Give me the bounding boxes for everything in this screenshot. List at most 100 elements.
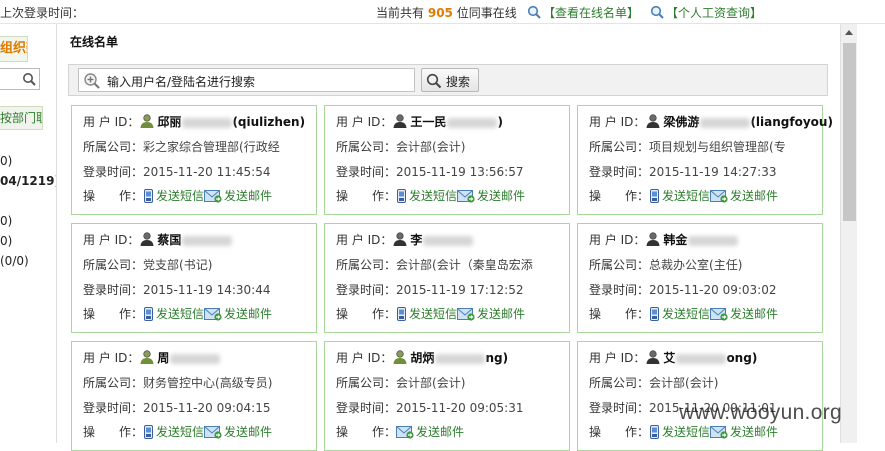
company-row: 所属公司：会计部(会计（秦皇岛宏添 <box>336 256 533 273</box>
company-value: 彩之家综合管理部(行政经 <box>143 140 280 154</box>
salary-query-link[interactable]: 【个人工资查询】 <box>650 4 762 21</box>
send-email-link[interactable]: 发送邮件 <box>204 307 272 321</box>
user-card: 用 户 ID： 周所属公司：财务管控中心(高级专员) 登录时间：2015-11-20… <box>71 341 317 451</box>
user-name[interactable]: 韩金 <box>663 233 739 247</box>
login-time-label: 登录时间： <box>589 283 650 297</box>
user-name[interactable]: 邱丽 (qiulizhen) <box>157 115 305 129</box>
search-placeholder: 输入用户名/登陆名进行搜索 <box>107 75 256 89</box>
company-row: 所属公司：总裁办公室(主任) <box>589 256 742 273</box>
search-icon[interactable] <box>22 72 36 86</box>
redacted-blur <box>700 117 751 128</box>
login-time-row: 登录时间：2015-11-19 14:30:44 <box>83 281 270 298</box>
company-label: 所属公司： <box>336 258 397 272</box>
company-row: 所属公司：会计部(会计) <box>336 374 465 391</box>
online-prefix: 当前共有 <box>376 6 425 20</box>
user-name[interactable]: 胡炳 ng) <box>410 351 508 365</box>
tree-count-1[interactable]: 0) <box>0 154 12 168</box>
company-row: 所属公司：会计部(会计) <box>336 138 465 155</box>
user-card: 用 户 ID： 邱丽 (qiulizhen) 所属公司：彩之家综合管理部(行政经 登录时… <box>71 105 317 215</box>
login-time-row: 登录时间：2015-11-19 14:27:33 <box>589 163 776 180</box>
user-card: 用 户 ID： 梁佛游 (liangfoyou) 所属公司：项目规划与组织管理部(专登… <box>577 105 833 215</box>
user-name[interactable]: 蔡国 <box>157 233 233 247</box>
online-list-panel: 在线名单 输入用户名/登陆名进行搜索 搜索 用 户 ID： 邱丽 (qiulizhe… <box>63 24 840 451</box>
watermark: www.wooyun.org <box>679 401 842 424</box>
user-id-label: 用 户 ID： <box>589 233 646 247</box>
top-bar: 上次登录时间： 当前共有 905 位同事在线 【查看在线名单】 【个人工资查询】 <box>0 0 885 24</box>
operation-label: 操 作： <box>589 189 650 203</box>
user-name[interactable]: 周 <box>157 351 221 365</box>
company-label: 所属公司： <box>83 140 144 154</box>
search-icon <box>426 73 442 89</box>
send-email-link[interactable]: 发送邮件 <box>457 189 525 203</box>
user-name-start: 邱丽 <box>157 115 182 129</box>
user-id-row: 用 户 ID： 周 <box>83 349 221 366</box>
online-count: 905 <box>427 6 453 20</box>
send-email-link[interactable]: 发送邮件 <box>710 189 778 203</box>
send-email-label: 发送邮件 <box>730 189 779 203</box>
send-email-link[interactable]: 发送邮件 <box>396 425 464 439</box>
tree-count-5[interactable]: (0/0) <box>0 254 29 268</box>
tree-count-2[interactable]: 04/1219) <box>0 174 56 188</box>
redacted-blur <box>688 235 739 246</box>
send-sms-link[interactable]: 发送短信 <box>143 425 204 439</box>
send-email-link[interactable]: 发送邮件 <box>204 425 272 439</box>
tree-count-4[interactable]: 0) <box>0 234 12 248</box>
login-time-row: 登录时间：2015-11-19 17:12:52 <box>336 281 523 298</box>
user-search-input[interactable]: 输入用户名/登陆名进行搜索 <box>78 68 415 92</box>
user-name[interactable]: 艾 ong) <box>663 351 757 365</box>
send-email-link[interactable]: 发送邮件 <box>710 307 778 321</box>
send-email-label: 发送邮件 <box>477 307 526 321</box>
user-name[interactable]: 李 <box>410 233 474 247</box>
company-label: 所属公司： <box>83 258 144 272</box>
vertical-scrollbar[interactable] <box>840 24 857 443</box>
send-sms-link[interactable]: 发送短信 <box>396 307 457 321</box>
user-name-start: 蔡国 <box>157 233 182 247</box>
send-sms-link[interactable]: 发送短信 <box>649 307 710 321</box>
send-sms-link[interactable]: 发送短信 <box>649 425 710 439</box>
operation-row: 操 作： 发送短信 发送邮件 <box>336 305 525 322</box>
company-row: 所属公司：会计部(会计) <box>589 374 718 391</box>
sidebar: 组织架构 按部门职能 0) 04/1219) 0) 0) (0/0) <box>0 24 57 443</box>
login-time-label: 登录时间： <box>83 283 144 297</box>
operation-label: 操 作： <box>83 425 144 439</box>
company-value: 会计部(会计) <box>396 140 466 154</box>
user-avatar-icon <box>140 114 154 128</box>
scrollbar-thumb[interactable] <box>843 43 856 221</box>
send-email-link[interactable]: 发送邮件 <box>204 189 272 203</box>
user-avatar-icon <box>140 232 154 246</box>
send-email-label: 发送邮件 <box>416 425 465 439</box>
send-sms-label: 发送短信 <box>156 425 205 439</box>
redacted-blur <box>182 235 233 246</box>
send-sms-link[interactable]: 发送短信 <box>649 189 710 203</box>
search-button[interactable]: 搜索 <box>421 68 479 92</box>
by-department-tab[interactable]: 按部门职能 <box>0 106 43 130</box>
send-email-label: 发送邮件 <box>224 189 273 203</box>
login-time-value: 2015-11-19 17:12:52 <box>396 283 524 297</box>
user-name[interactable]: 梁佛游 (liangfoyou) <box>663 115 833 129</box>
redacted-blur <box>182 117 233 128</box>
tree-count-3[interactable]: 0) <box>0 214 12 228</box>
send-sms-link[interactable]: 发送短信 <box>396 189 457 203</box>
send-email-link[interactable]: 发送邮件 <box>457 307 525 321</box>
redacted-blur <box>435 353 486 364</box>
operation-label: 操 作： <box>83 189 144 203</box>
operation-row: 操 作： 发送短信 发送邮件 <box>336 187 525 204</box>
company-value: 会计部(会计) <box>649 376 719 390</box>
send-sms-link[interactable]: 发送短信 <box>143 307 204 321</box>
phone-icon <box>397 307 407 321</box>
operation-row: 操 作： 发送短信 发送邮件 <box>83 187 272 204</box>
operation-label: 操 作： <box>589 307 650 321</box>
online-count-text: 当前共有 905 位同事在线 <box>376 4 517 21</box>
panel-title: 在线名单 <box>70 35 119 49</box>
send-sms-link[interactable]: 发送短信 <box>143 189 204 203</box>
sidebar-search-input[interactable] <box>0 68 40 90</box>
user-name[interactable]: 王一民) <box>410 115 503 129</box>
org-structure-tab[interactable]: 组织架构 <box>0 36 28 62</box>
mail-icon <box>204 190 222 203</box>
scroll-up-arrow-icon[interactable] <box>845 30 853 35</box>
login-time-row: 登录时间：2015-11-19 13:56:57 <box>336 163 523 180</box>
user-name-start: 艾 <box>663 351 676 365</box>
view-online-list-link[interactable]: 【查看在线名单】 <box>527 4 639 21</box>
send-email-link[interactable]: 发送邮件 <box>710 425 778 439</box>
mail-icon <box>710 426 728 439</box>
